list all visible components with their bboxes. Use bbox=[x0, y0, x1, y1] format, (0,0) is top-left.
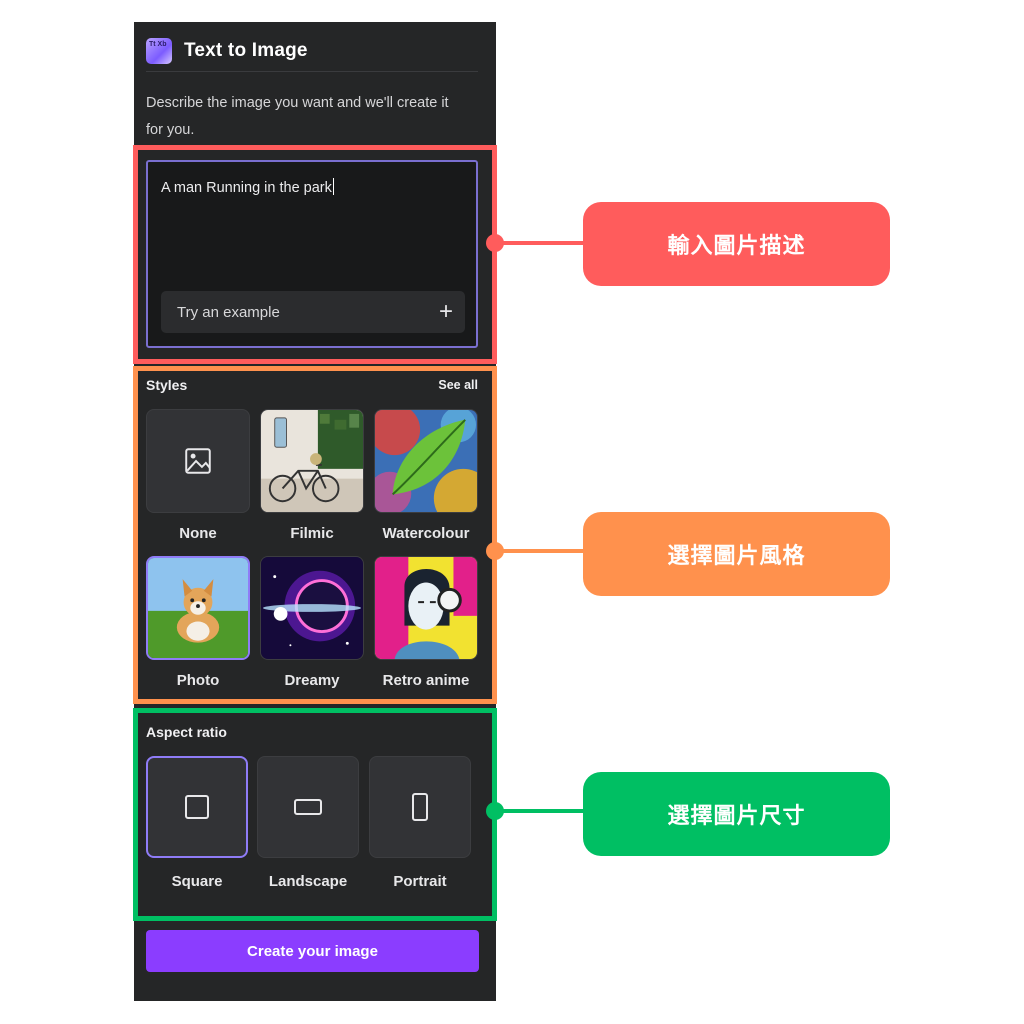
planet-thumbnail bbox=[261, 557, 363, 659]
style-none-tile[interactable] bbox=[146, 409, 250, 513]
panel-description: Describe the image you want and we'll cr… bbox=[146, 95, 449, 138]
prompt-text: A man Running in the park bbox=[161, 180, 332, 196]
ratio-label-landscape: Landscape bbox=[268, 873, 348, 890]
text-caret bbox=[332, 178, 334, 195]
callout-input-description: 輸入圖片描述 bbox=[583, 202, 890, 286]
connector-line-red bbox=[494, 241, 586, 245]
styles-header: Styles See all bbox=[146, 377, 478, 393]
landscape-rect-icon bbox=[294, 799, 322, 815]
callout-choose-style: 選擇圖片風格 bbox=[583, 512, 890, 596]
style-label-none: None bbox=[179, 525, 217, 542]
style-filmic-tile[interactable] bbox=[260, 409, 364, 513]
style-retro-anime-tile[interactable] bbox=[374, 556, 478, 660]
ratio-landscape-tile[interactable] bbox=[257, 756, 359, 858]
callout-choose-size: 選擇圖片尺寸 bbox=[583, 772, 890, 856]
square-icon bbox=[185, 795, 209, 819]
style-label-dreamy: Dreamy bbox=[284, 672, 340, 689]
connector-line-orange bbox=[494, 549, 586, 553]
bicycle-wall-thumbnail bbox=[261, 410, 363, 512]
text-to-image-panel: Tt Xb Text to Image Describe the image y… bbox=[134, 22, 496, 1001]
see-all-link[interactable]: See all bbox=[438, 378, 478, 392]
corgi-photo-thumbnail bbox=[148, 558, 248, 658]
style-label-retro-anime: Retro anime bbox=[382, 672, 470, 689]
ratio-square-tile[interactable] bbox=[146, 756, 248, 858]
app-logo-text: Tt Xb bbox=[149, 40, 167, 48]
app-logo-icon: Tt Xb bbox=[146, 37, 172, 64]
panel-header: Tt Xb Text to Image bbox=[146, 30, 478, 72]
ratio-label-portrait: Portrait bbox=[393, 873, 447, 890]
create-image-button[interactable]: Create your image bbox=[146, 930, 479, 972]
image-icon bbox=[185, 448, 211, 474]
style-label-watercolour: Watercolour bbox=[382, 525, 470, 542]
styles-title: Styles bbox=[146, 377, 188, 393]
aspect-ratio-title: Aspect ratio bbox=[146, 724, 227, 740]
portrait-rect-icon bbox=[412, 793, 428, 821]
try-example-label: Try an example bbox=[177, 303, 280, 321]
style-dreamy-tile[interactable] bbox=[260, 556, 364, 660]
ratio-portrait-tile[interactable] bbox=[369, 756, 471, 858]
ratio-label-square: Square bbox=[171, 873, 223, 890]
leaf-watercolor-thumbnail bbox=[375, 410, 477, 512]
style-watercolour-tile[interactable] bbox=[374, 409, 478, 513]
prompt-textarea[interactable]: A man Running in the park Try an example… bbox=[146, 160, 478, 348]
style-label-photo: Photo bbox=[176, 672, 220, 689]
plus-icon: + bbox=[438, 298, 453, 325]
try-example-button[interactable]: Try an example + bbox=[161, 291, 465, 333]
style-label-filmic: Filmic bbox=[290, 525, 334, 542]
aspect-ratio-header: Aspect ratio bbox=[146, 724, 478, 740]
panel-title: Text to Image bbox=[184, 39, 308, 61]
style-photo-tile[interactable] bbox=[146, 556, 250, 660]
headphones-girl-thumbnail bbox=[375, 557, 477, 659]
connector-line-green bbox=[494, 809, 586, 813]
